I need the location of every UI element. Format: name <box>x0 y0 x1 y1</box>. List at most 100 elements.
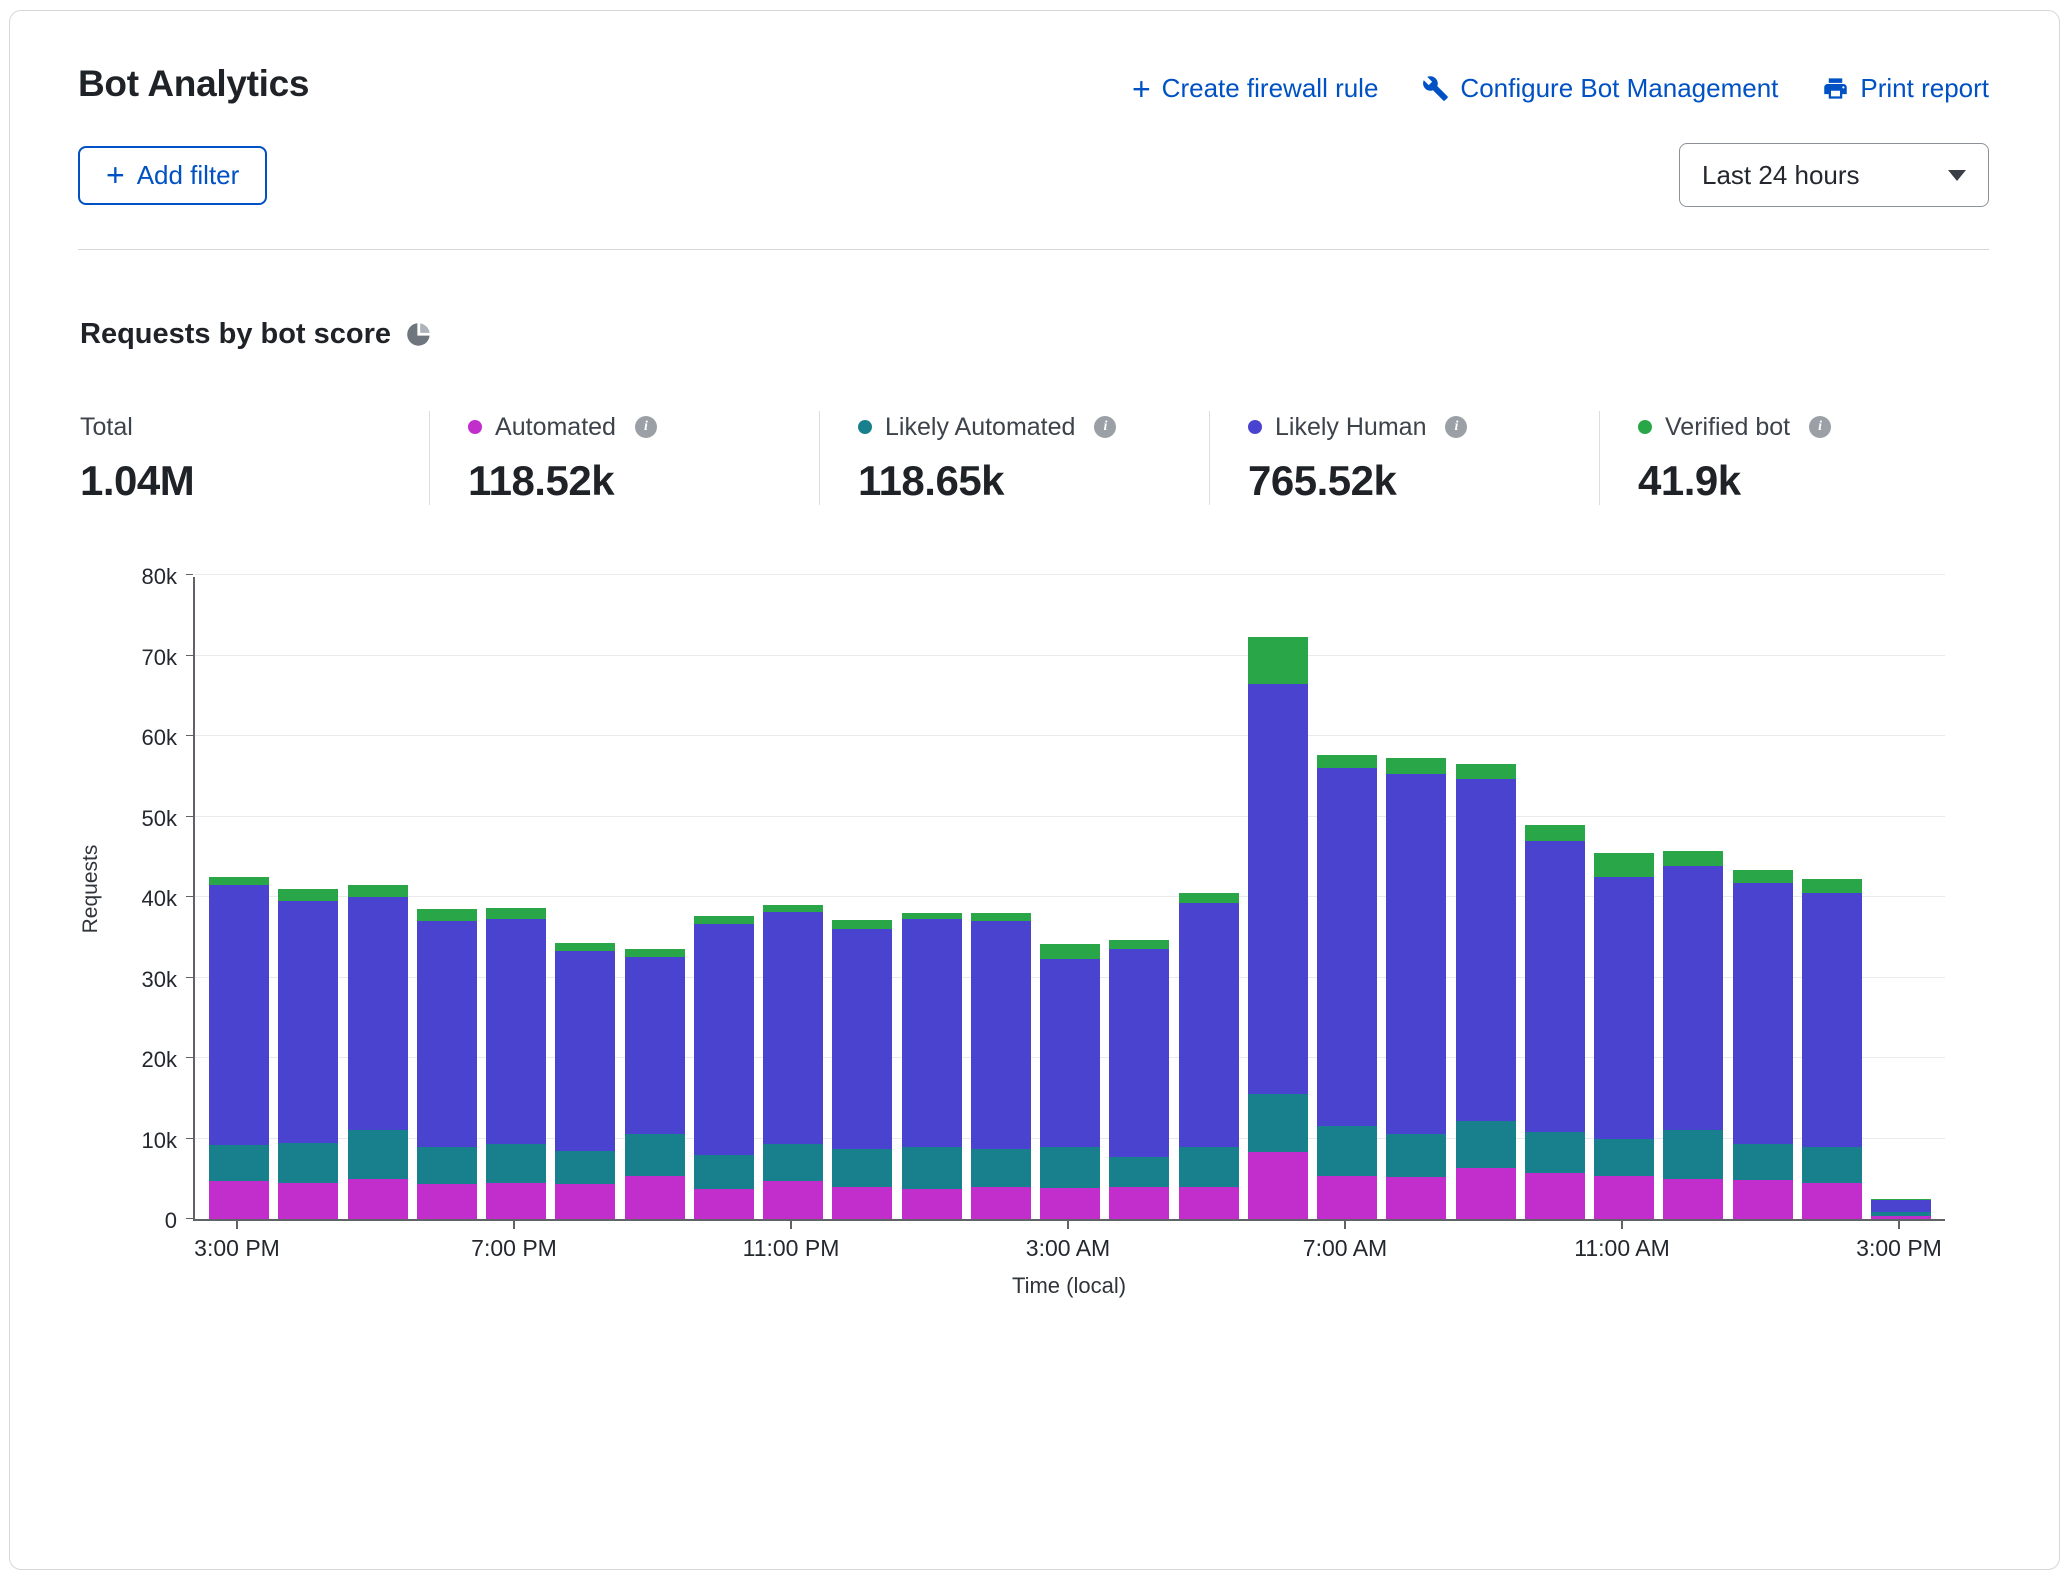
bar-segment-verified-bot <box>1663 851 1723 866</box>
y-tick <box>186 574 193 575</box>
y-tick <box>186 735 193 736</box>
stat-likely-human: Likely Human i 765.52k <box>1209 411 1599 505</box>
legend-dot <box>1638 420 1652 434</box>
bar-segment-likely-automated <box>1456 1121 1516 1168</box>
y-tick <box>186 977 193 978</box>
add-filter-button[interactable]: + Add filter <box>78 146 267 205</box>
x-axis: 3:00 PM7:00 PM11:00 PM3:00 AM7:00 AM11:0… <box>193 1221 1945 1269</box>
y-axis-label: 70k <box>142 645 177 671</box>
bars-layer <box>195 577 1945 1219</box>
y-tick <box>186 1057 193 1058</box>
bar-segment-likely-automated <box>1317 1126 1377 1176</box>
bar-segment-verified-bot <box>1733 870 1793 883</box>
bar-segment-automated <box>417 1184 477 1219</box>
bar-segment-likely-automated <box>348 1130 408 1178</box>
stat-total-label: Total <box>80 413 133 442</box>
x-axis-label: 7:00 PM <box>471 1235 557 1262</box>
bar-segment-automated <box>1317 1176 1377 1219</box>
bar-segment-likely-automated <box>1594 1139 1654 1177</box>
y-axis-label: 10k <box>142 1128 177 1154</box>
configure-bot-management-link[interactable]: Configure Bot Management <box>1422 73 1778 104</box>
chart-bar <box>694 916 754 1219</box>
y-axis: 010k20k30k40k50k60k70k80k <box>80 577 193 1221</box>
chart-bar <box>902 913 962 1219</box>
chart-bar <box>1733 870 1793 1219</box>
wrench-icon <box>1422 75 1449 102</box>
bar-segment-likely-automated <box>209 1145 269 1181</box>
chart-bar <box>1594 853 1654 1219</box>
bar-segment-automated <box>486 1183 546 1219</box>
x-tick <box>1067 1221 1069 1229</box>
chart-bar <box>1386 758 1446 1219</box>
bar-segment-likely-automated <box>763 1144 823 1181</box>
bar-segment-automated <box>209 1181 269 1219</box>
print-report-link[interactable]: Print report <box>1822 73 1989 104</box>
bar-segment-likely-automated <box>1525 1132 1585 1173</box>
bar-segment-likely-human <box>417 921 477 1146</box>
plus-icon: + <box>1132 76 1151 102</box>
chart-bar <box>1317 755 1377 1219</box>
x-tick <box>790 1221 792 1229</box>
chevron-down-icon <box>1948 170 1966 181</box>
time-range-select[interactable]: Last 24 hours <box>1679 143 1989 207</box>
x-axis-label: 7:00 AM <box>1303 1235 1387 1262</box>
bar-segment-likely-automated <box>555 1151 615 1184</box>
chart-bar <box>1525 825 1585 1219</box>
chart-bar <box>348 885 408 1219</box>
printer-icon <box>1822 75 1849 102</box>
bar-segment-likely-automated <box>1248 1094 1308 1152</box>
bar-segment-likely-human <box>1386 774 1446 1135</box>
create-firewall-rule-label: Create firewall rule <box>1162 73 1379 104</box>
chart-bar <box>971 913 1031 1219</box>
bar-segment-likely-human <box>971 921 1031 1149</box>
bar-segment-verified-bot <box>278 889 338 901</box>
bar-segment-likely-automated <box>1802 1147 1862 1183</box>
bar-segment-automated <box>1525 1173 1585 1219</box>
bar-segment-automated <box>971 1187 1031 1219</box>
info-icon[interactable]: i <box>635 416 657 438</box>
bar-segment-likely-automated <box>1109 1157 1169 1187</box>
chart-plot <box>193 577 1945 1221</box>
bar-segment-likely-human <box>1109 949 1169 1157</box>
gridline <box>195 574 1945 575</box>
info-icon[interactable]: i <box>1809 416 1831 438</box>
bar-segment-automated <box>348 1179 408 1219</box>
x-axis-label: 3:00 AM <box>1026 1235 1110 1262</box>
bar-segment-likely-automated <box>1386 1134 1446 1177</box>
bar-segment-automated <box>1802 1183 1862 1219</box>
bar-segment-likely-human <box>902 919 962 1147</box>
header: Bot Analytics + Create firewall rule Con… <box>10 11 2059 250</box>
bar-segment-likely-human <box>1040 959 1100 1147</box>
y-tick <box>186 896 193 897</box>
bar-segment-automated <box>694 1189 754 1219</box>
bar-segment-likely-human <box>1456 779 1516 1121</box>
requests-by-bot-score-section: Requests by bot score Total 1.04M Automa… <box>10 318 2059 1299</box>
x-axis-label: 11:00 PM <box>743 1235 840 1262</box>
bar-segment-likely-human <box>209 885 269 1145</box>
stat-likely-automated-label: Likely Automated <box>885 413 1075 442</box>
legend-dot <box>858 420 872 434</box>
bar-segment-likely-automated <box>417 1147 477 1185</box>
x-axis-label: 3:00 PM <box>1856 1235 1942 1262</box>
pie-chart-icon <box>405 321 432 348</box>
bar-segment-automated <box>1248 1152 1308 1219</box>
bar-segment-likely-automated <box>1040 1147 1100 1189</box>
legend-dot <box>468 420 482 434</box>
info-icon[interactable]: i <box>1445 416 1467 438</box>
stat-verified-bot-value: 41.9k <box>1638 457 1989 505</box>
chart-bar <box>417 909 477 1219</box>
bar-segment-automated <box>1663 1179 1723 1219</box>
bar-segment-verified-bot <box>555 943 615 951</box>
bar-segment-likely-automated <box>971 1149 1031 1187</box>
y-tick <box>186 655 193 656</box>
configure-bot-management-label: Configure Bot Management <box>1460 73 1778 104</box>
stat-automated-label: Automated <box>495 413 616 442</box>
info-icon[interactable]: i <box>1094 416 1116 438</box>
bar-segment-automated <box>832 1187 892 1219</box>
create-firewall-rule-link[interactable]: + Create firewall rule <box>1132 73 1378 104</box>
chart-bar <box>209 877 269 1219</box>
bar-segment-likely-human <box>1179 903 1239 1146</box>
bar-segment-verified-bot <box>1040 944 1100 959</box>
bar-segment-likely-human <box>1802 893 1862 1147</box>
y-tick <box>186 1138 193 1139</box>
